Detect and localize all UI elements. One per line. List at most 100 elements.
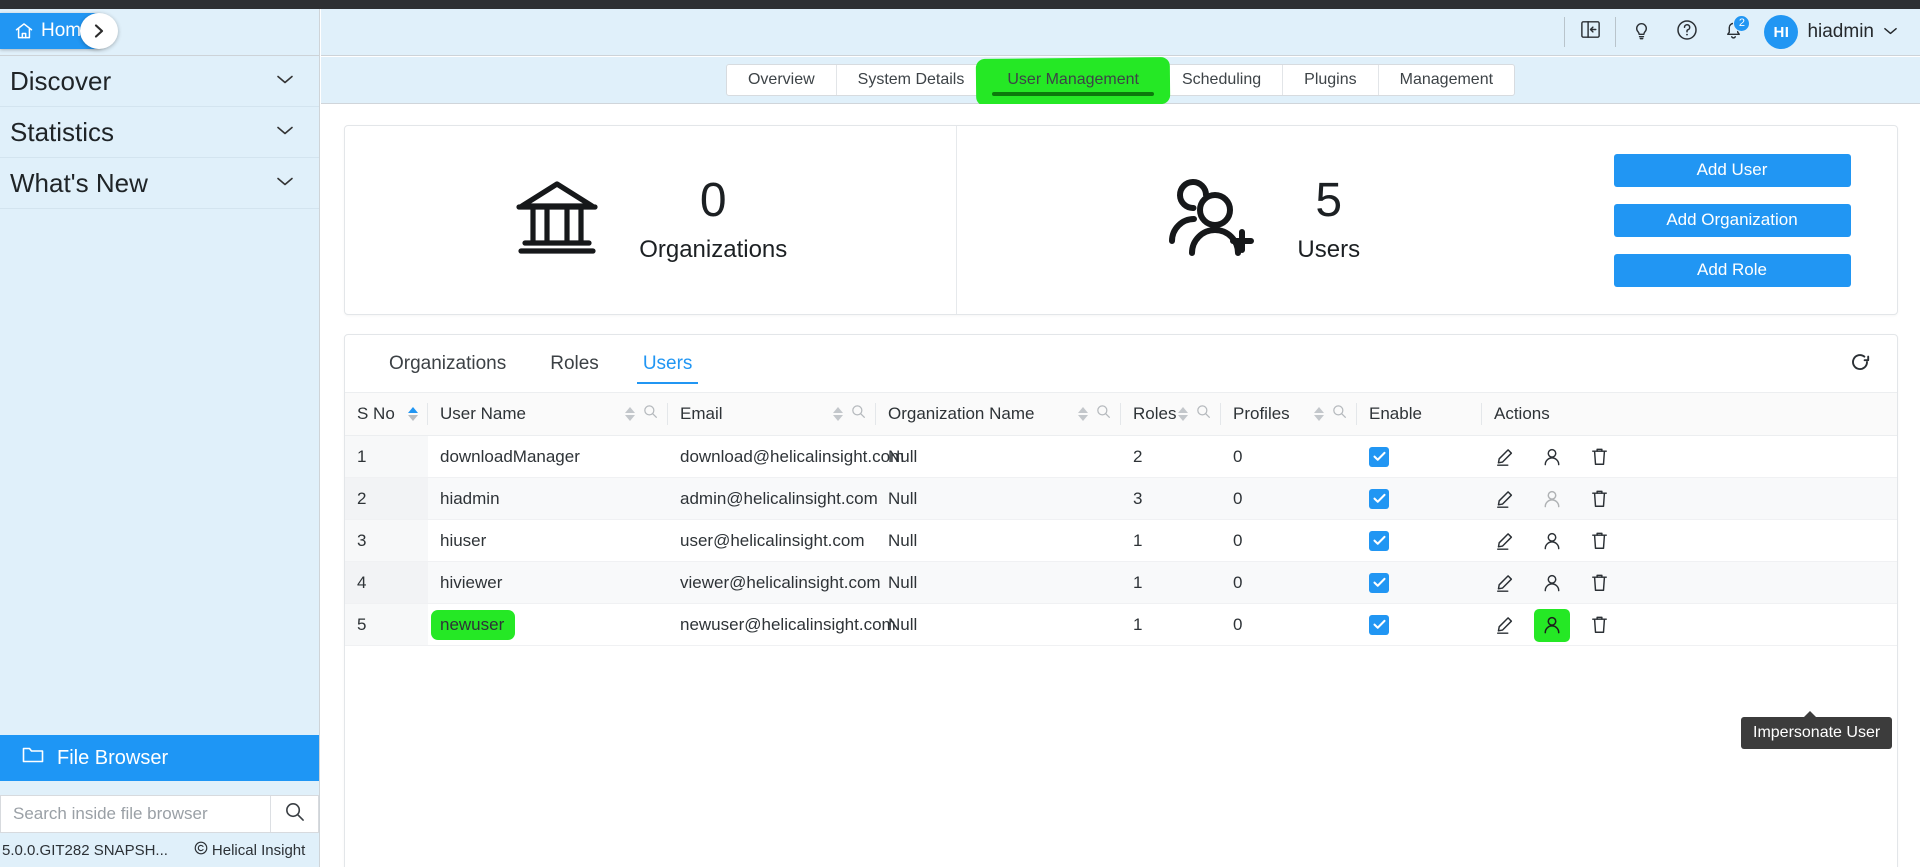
delete-icon[interactable] — [1588, 446, 1610, 468]
sort-icon[interactable] — [408, 407, 418, 421]
sidebar-expand-button[interactable] — [80, 13, 118, 49]
tab-system-details[interactable]: System Details — [837, 65, 987, 95]
app-root: Home Discover Statistics What's New File… — [0, 0, 1920, 867]
delete-icon[interactable] — [1588, 614, 1610, 636]
impersonate-user-icon[interactable] — [1534, 608, 1570, 642]
enable-checkbox[interactable] — [1369, 530, 1389, 551]
tab-overview[interactable]: Overview — [727, 65, 837, 95]
brand: Helical Insight — [194, 841, 305, 859]
help-icon — [1675, 18, 1699, 47]
refresh-button[interactable] — [1845, 349, 1875, 379]
column-header-actions: Actions — [1482, 392, 1897, 436]
enable-checkbox[interactable] — [1369, 488, 1389, 509]
brand-label: Helical Insight — [211, 841, 306, 859]
delete-icon[interactable] — [1588, 488, 1610, 510]
panel-subtabs: Organizations Roles Users — [345, 335, 1897, 392]
add-role-button[interactable]: Add Role — [1613, 253, 1851, 287]
cell-email: newuser@helicalinsight.com — [668, 603, 896, 646]
table-row[interactable]: 1 downloadManager download@helicalinsigh… — [345, 435, 1897, 478]
sort-icon[interactable] — [625, 407, 635, 421]
column-label: S No — [357, 404, 395, 423]
add-organization-button[interactable]: Add Organization — [1613, 203, 1851, 237]
tab-label: Scheduling — [1181, 71, 1262, 88]
enable-checkbox[interactable] — [1369, 572, 1389, 593]
sort-icon[interactable] — [1078, 407, 1088, 421]
column-header-profiles[interactable]: Profiles — [1221, 392, 1357, 436]
table-row[interactable]: 4 hiviewer viewer@helicalinsight.com Nul… — [345, 561, 1897, 604]
panel-collapse-button[interactable] — [1567, 9, 1613, 56]
delete-icon[interactable] — [1588, 572, 1610, 594]
divider — [1564, 17, 1566, 47]
users-panel: Organizations Roles Users S No User Name… — [344, 334, 1898, 867]
subtab-organizations[interactable]: Organizations — [367, 335, 528, 392]
enable-checkbox[interactable] — [1369, 446, 1389, 467]
column-header-email[interactable]: Email — [668, 392, 876, 436]
edit-icon[interactable] — [1494, 572, 1516, 594]
subtab-roles[interactable]: Roles — [528, 335, 621, 392]
add-users-icon — [1163, 175, 1259, 266]
users-table: S No User Name Email Organization Name R… — [345, 392, 1897, 646]
notification-badge: 2 — [1733, 14, 1751, 32]
add-user-button[interactable]: Add User — [1613, 153, 1851, 187]
column-header-user-name[interactable]: User Name — [428, 392, 668, 436]
column-search-icon[interactable] — [1196, 404, 1211, 424]
table-row[interactable]: 3 hiuser user@helicalinsight.com Null 1 … — [345, 519, 1897, 562]
divider — [1615, 17, 1617, 47]
table-row[interactable]: 5 newuser newuser@helicalinsight.com Nul… — [345, 603, 1897, 646]
search-button[interactable] — [270, 796, 318, 832]
user-menu-button[interactable]: HI hiadmin — [1756, 15, 1920, 49]
sidebar-item-discover[interactable]: Discover — [0, 56, 319, 107]
file-browser-search — [0, 795, 319, 833]
column-search-icon[interactable] — [1332, 404, 1347, 424]
tab-label: Management — [1399, 71, 1494, 88]
chevron-down-icon — [1883, 23, 1898, 41]
sidebar-footer: 5.0.0.GIT282 SNAPSH... Helical Insight — [0, 833, 319, 867]
impersonate-user-tooltip: Impersonate User — [1741, 711, 1893, 749]
edit-icon[interactable] — [1494, 614, 1516, 636]
column-search-icon[interactable] — [1096, 404, 1111, 424]
stat-organizations: 0 Organizations — [345, 126, 956, 314]
lightbulb-icon — [1630, 18, 1653, 46]
cell-organization: Null — [876, 519, 1121, 562]
delete-icon[interactable] — [1588, 530, 1610, 552]
column-label: Roles — [1133, 404, 1177, 423]
avatar: HI — [1764, 15, 1799, 49]
column-header-roles[interactable]: Roles — [1121, 392, 1221, 436]
column-label: Actions — [1494, 404, 1550, 423]
impersonate-user-icon[interactable] — [1541, 446, 1563, 468]
tab-group: Overview System Details User Management … — [725, 64, 1516, 96]
tab-scheduling[interactable]: Scheduling — [1161, 65, 1284, 95]
cell-roles: 2 — [1121, 435, 1221, 478]
chevron-down-icon — [275, 71, 295, 91]
search-input[interactable] — [1, 796, 270, 832]
edit-icon[interactable] — [1494, 530, 1516, 552]
table-row[interactable]: 2 hiadmin admin@helicalinsight.com Null … — [345, 477, 1897, 520]
sort-icon[interactable] — [1314, 407, 1324, 421]
file-browser-button[interactable]: File Browser — [0, 735, 319, 781]
edit-icon[interactable] — [1494, 488, 1516, 510]
column-search-icon[interactable] — [643, 404, 658, 424]
help-button[interactable] — [1664, 9, 1710, 56]
tab-management[interactable]: Management — [1379, 65, 1514, 95]
notifications-button[interactable]: 2 — [1710, 9, 1756, 56]
sidebar-item-statistics[interactable]: Statistics — [0, 107, 319, 158]
sidebar-item-whats-new[interactable]: What's New — [0, 158, 319, 209]
subtab-users[interactable]: Users — [621, 335, 715, 392]
enable-checkbox[interactable] — [1369, 614, 1389, 635]
impersonate-user-icon[interactable] — [1541, 572, 1563, 594]
sort-icon[interactable] — [1178, 407, 1188, 421]
column-header-s-no[interactable]: S No — [345, 392, 428, 436]
cell-s-no: 2 — [345, 477, 428, 520]
edit-icon[interactable] — [1494, 446, 1516, 468]
cell-email: user@helicalinsight.com — [668, 519, 876, 562]
sidebar-item-label: Statistics — [10, 116, 115, 147]
sort-icon[interactable] — [833, 407, 843, 421]
impersonate-user-icon[interactable] — [1541, 530, 1563, 552]
tab-plugins[interactable]: Plugins — [1283, 65, 1379, 95]
stat-text: 5 Users — [1297, 175, 1360, 264]
tab-user-management[interactable]: User Management — [986, 65, 1161, 96]
header-icon-group: 2 HI hiadmin — [1562, 9, 1920, 56]
column-search-icon[interactable] — [851, 404, 866, 424]
column-header-organization-name[interactable]: Organization Name — [876, 392, 1121, 436]
ideas-button[interactable] — [1618, 9, 1664, 56]
